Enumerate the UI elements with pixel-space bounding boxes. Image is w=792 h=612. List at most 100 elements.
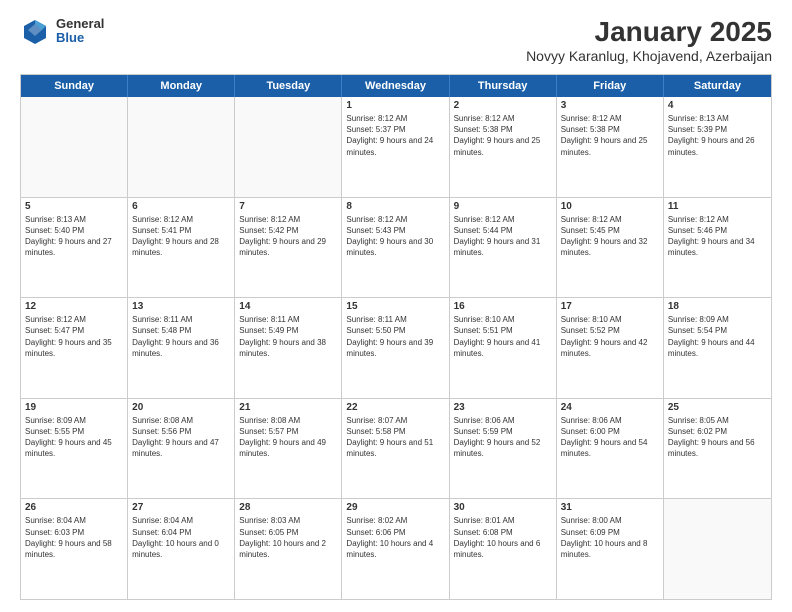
- cell-details: Sunrise: 8:07 AMSunset: 5:58 PMDaylight:…: [346, 415, 444, 460]
- cell-details: Sunrise: 8:12 AMSunset: 5:38 PMDaylight:…: [561, 113, 659, 158]
- day-number: 11: [668, 201, 767, 212]
- cell-details: Sunrise: 8:00 AMSunset: 6:09 PMDaylight:…: [561, 515, 659, 560]
- header-sunday: Sunday: [21, 75, 128, 97]
- day-number: 16: [454, 301, 552, 312]
- day-number: 12: [25, 301, 123, 312]
- calendar-cell: 24 Sunrise: 8:06 AMSunset: 6:00 PMDayligh…: [557, 399, 664, 499]
- cell-details: Sunrise: 8:06 AMSunset: 6:00 PMDaylight:…: [561, 415, 659, 460]
- day-number: 14: [239, 301, 337, 312]
- cell-details: Sunrise: 8:09 AMSunset: 5:54 PMDaylight:…: [668, 314, 767, 359]
- logo-icon: [20, 16, 50, 46]
- calendar-title: January 2025: [526, 16, 772, 48]
- calendar-cell: 11 Sunrise: 8:12 AMSunset: 5:46 PMDayligh…: [664, 198, 771, 298]
- cell-details: Sunrise: 8:13 AMSunset: 5:40 PMDaylight:…: [25, 214, 123, 259]
- logo: General Blue: [20, 16, 104, 46]
- day-number: 30: [454, 502, 552, 513]
- calendar-cell: 9 Sunrise: 8:12 AMSunset: 5:44 PMDaylight…: [450, 198, 557, 298]
- calendar-cell: 10Sunrise: 8:12 AMSunset: 5:45 PMDayligh…: [557, 198, 664, 298]
- cell-details: Sunrise: 8:05 AMSunset: 6:02 PMDaylight:…: [668, 415, 767, 460]
- calendar-row: 12 Sunrise: 8:12 AMSunset: 5:47 PMDayligh…: [21, 298, 771, 399]
- calendar-cell: 13 Sunrise: 8:11 AMSunset: 5:48 PMDayligh…: [128, 298, 235, 398]
- calendar-cell: 6 Sunrise: 8:12 AMSunset: 5:41 PMDaylight…: [128, 198, 235, 298]
- calendar-cell: 4Sunrise: 8:13 AMSunset: 5:39 PMDaylight…: [664, 97, 771, 197]
- header-wednesday: Wednesday: [342, 75, 449, 97]
- cell-details: Sunrise: 8:12 AMSunset: 5:46 PMDaylight:…: [668, 214, 767, 259]
- calendar-cell: 29 Sunrise: 8:02 AMSunset: 6:06 PMDayligh…: [342, 499, 449, 599]
- header: General Blue January 2025 Novyy Karanlug…: [20, 16, 772, 64]
- calendar-cell: 30 Sunrise: 8:01 AMSunset: 6:08 PMDayligh…: [450, 499, 557, 599]
- calendar: Sunday Monday Tuesday Wednesday Thursday…: [20, 74, 772, 600]
- calendar-body: 1Sunrise: 8:12 AMSunset: 5:37 PMDaylight…: [21, 97, 771, 599]
- day-number: 27: [132, 502, 230, 513]
- cell-details: Sunrise: 8:12 AMSunset: 5:44 PMDaylight:…: [454, 214, 552, 259]
- day-number: 21: [239, 402, 337, 413]
- cell-details: Sunrise: 8:02 AMSunset: 6:06 PMDaylight:…: [346, 515, 444, 560]
- cell-details: Sunrise: 8:11 AMSunset: 5:49 PMDaylight:…: [239, 314, 337, 359]
- calendar-row: 5 Sunrise: 8:13 AMSunset: 5:40 PMDaylight…: [21, 198, 771, 299]
- day-number: 26: [25, 502, 123, 513]
- cell-details: Sunrise: 8:03 AMSunset: 6:05 PMDaylight:…: [239, 515, 337, 560]
- calendar-cell: 22 Sunrise: 8:07 AMSunset: 5:58 PMDayligh…: [342, 399, 449, 499]
- calendar-row: 1Sunrise: 8:12 AMSunset: 5:37 PMDaylight…: [21, 97, 771, 198]
- calendar-cell: 16 Sunrise: 8:10 AMSunset: 5:51 PMDayligh…: [450, 298, 557, 398]
- cell-details: Sunrise: 8:08 AMSunset: 5:56 PMDaylight:…: [132, 415, 230, 460]
- cell-details: Sunrise: 8:09 AMSunset: 5:55 PMDaylight:…: [25, 415, 123, 460]
- cell-details: Sunrise: 8:06 AMSunset: 5:59 PMDaylight:…: [454, 415, 552, 460]
- calendar-cell: 14 Sunrise: 8:11 AMSunset: 5:49 PMDayligh…: [235, 298, 342, 398]
- day-number: 6: [132, 201, 230, 212]
- day-number: 4: [668, 100, 767, 111]
- day-number: 19: [25, 402, 123, 413]
- calendar-row: 19 Sunrise: 8:09 AMSunset: 5:55 PMDayligh…: [21, 399, 771, 500]
- day-number: 23: [454, 402, 552, 413]
- cell-details: Sunrise: 8:10 AMSunset: 5:51 PMDaylight:…: [454, 314, 552, 359]
- day-number: 24: [561, 402, 659, 413]
- calendar-cell: 31 Sunrise: 8:00 AMSunset: 6:09 PMDayligh…: [557, 499, 664, 599]
- day-number: 29: [346, 502, 444, 513]
- day-number: 31: [561, 502, 659, 513]
- header-tuesday: Tuesday: [235, 75, 342, 97]
- cell-details: Sunrise: 8:11 AMSunset: 5:48 PMDaylight:…: [132, 314, 230, 359]
- calendar-cell: 2 Sunrise: 8:12 AMSunset: 5:38 PMDaylight…: [450, 97, 557, 197]
- calendar-cell: 15 Sunrise: 8:11 AMSunset: 5:50 PMDayligh…: [342, 298, 449, 398]
- day-number: 25: [668, 402, 767, 413]
- cell-details: Sunrise: 8:04 AMSunset: 6:03 PMDaylight:…: [25, 515, 123, 560]
- logo-text: General Blue: [56, 17, 104, 46]
- cell-details: Sunrise: 8:12 AMSunset: 5:37 PMDaylight:…: [346, 113, 444, 158]
- header-thursday: Thursday: [450, 75, 557, 97]
- calendar-cell: 19 Sunrise: 8:09 AMSunset: 5:55 PMDayligh…: [21, 399, 128, 499]
- day-number: 2: [454, 100, 552, 111]
- calendar-cell: 5 Sunrise: 8:13 AMSunset: 5:40 PMDaylight…: [21, 198, 128, 298]
- cell-details: Sunrise: 8:12 AMSunset: 5:43 PMDaylight:…: [346, 214, 444, 259]
- cell-details: Sunrise: 8:12 AMSunset: 5:41 PMDaylight:…: [132, 214, 230, 259]
- day-number: 18: [668, 301, 767, 312]
- day-number: 22: [346, 402, 444, 413]
- calendar-cell: [664, 499, 771, 599]
- calendar-cell: 26 Sunrise: 8:04 AMSunset: 6:03 PMDayligh…: [21, 499, 128, 599]
- cell-details: Sunrise: 8:04 AMSunset: 6:04 PMDaylight:…: [132, 515, 230, 560]
- day-number: 10: [561, 201, 659, 212]
- calendar-cell: 25 Sunrise: 8:05 AMSunset: 6:02 PMDayligh…: [664, 399, 771, 499]
- day-number: 17: [561, 301, 659, 312]
- day-number: 28: [239, 502, 337, 513]
- calendar-subtitle: Novyy Karanlug, Khojavend, Azerbaijan: [526, 48, 772, 64]
- header-friday: Friday: [557, 75, 664, 97]
- cell-details: Sunrise: 8:12 AMSunset: 5:47 PMDaylight:…: [25, 314, 123, 359]
- header-saturday: Saturday: [664, 75, 771, 97]
- day-number: 13: [132, 301, 230, 312]
- calendar-row: 26 Sunrise: 8:04 AMSunset: 6:03 PMDayligh…: [21, 499, 771, 599]
- calendar-cell: 28 Sunrise: 8:03 AMSunset: 6:05 PMDayligh…: [235, 499, 342, 599]
- cell-details: Sunrise: 8:08 AMSunset: 5:57 PMDaylight:…: [239, 415, 337, 460]
- calendar-cell: 8Sunrise: 8:12 AMSunset: 5:43 PMDaylight…: [342, 198, 449, 298]
- calendar-cell: 17Sunrise: 8:10 AMSunset: 5:52 PMDayligh…: [557, 298, 664, 398]
- calendar-cell: [235, 97, 342, 197]
- cell-details: Sunrise: 8:11 AMSunset: 5:50 PMDaylight:…: [346, 314, 444, 359]
- day-number: 9: [454, 201, 552, 212]
- cell-details: Sunrise: 8:01 AMSunset: 6:08 PMDaylight:…: [454, 515, 552, 560]
- day-number: 5: [25, 201, 123, 212]
- day-number: 7: [239, 201, 337, 212]
- cell-details: Sunrise: 8:12 AMSunset: 5:42 PMDaylight:…: [239, 214, 337, 259]
- cell-details: Sunrise: 8:12 AMSunset: 5:38 PMDaylight:…: [454, 113, 552, 158]
- calendar-cell: 27 Sunrise: 8:04 AMSunset: 6:04 PMDayligh…: [128, 499, 235, 599]
- day-number: 15: [346, 301, 444, 312]
- calendar-header: Sunday Monday Tuesday Wednesday Thursday…: [21, 75, 771, 97]
